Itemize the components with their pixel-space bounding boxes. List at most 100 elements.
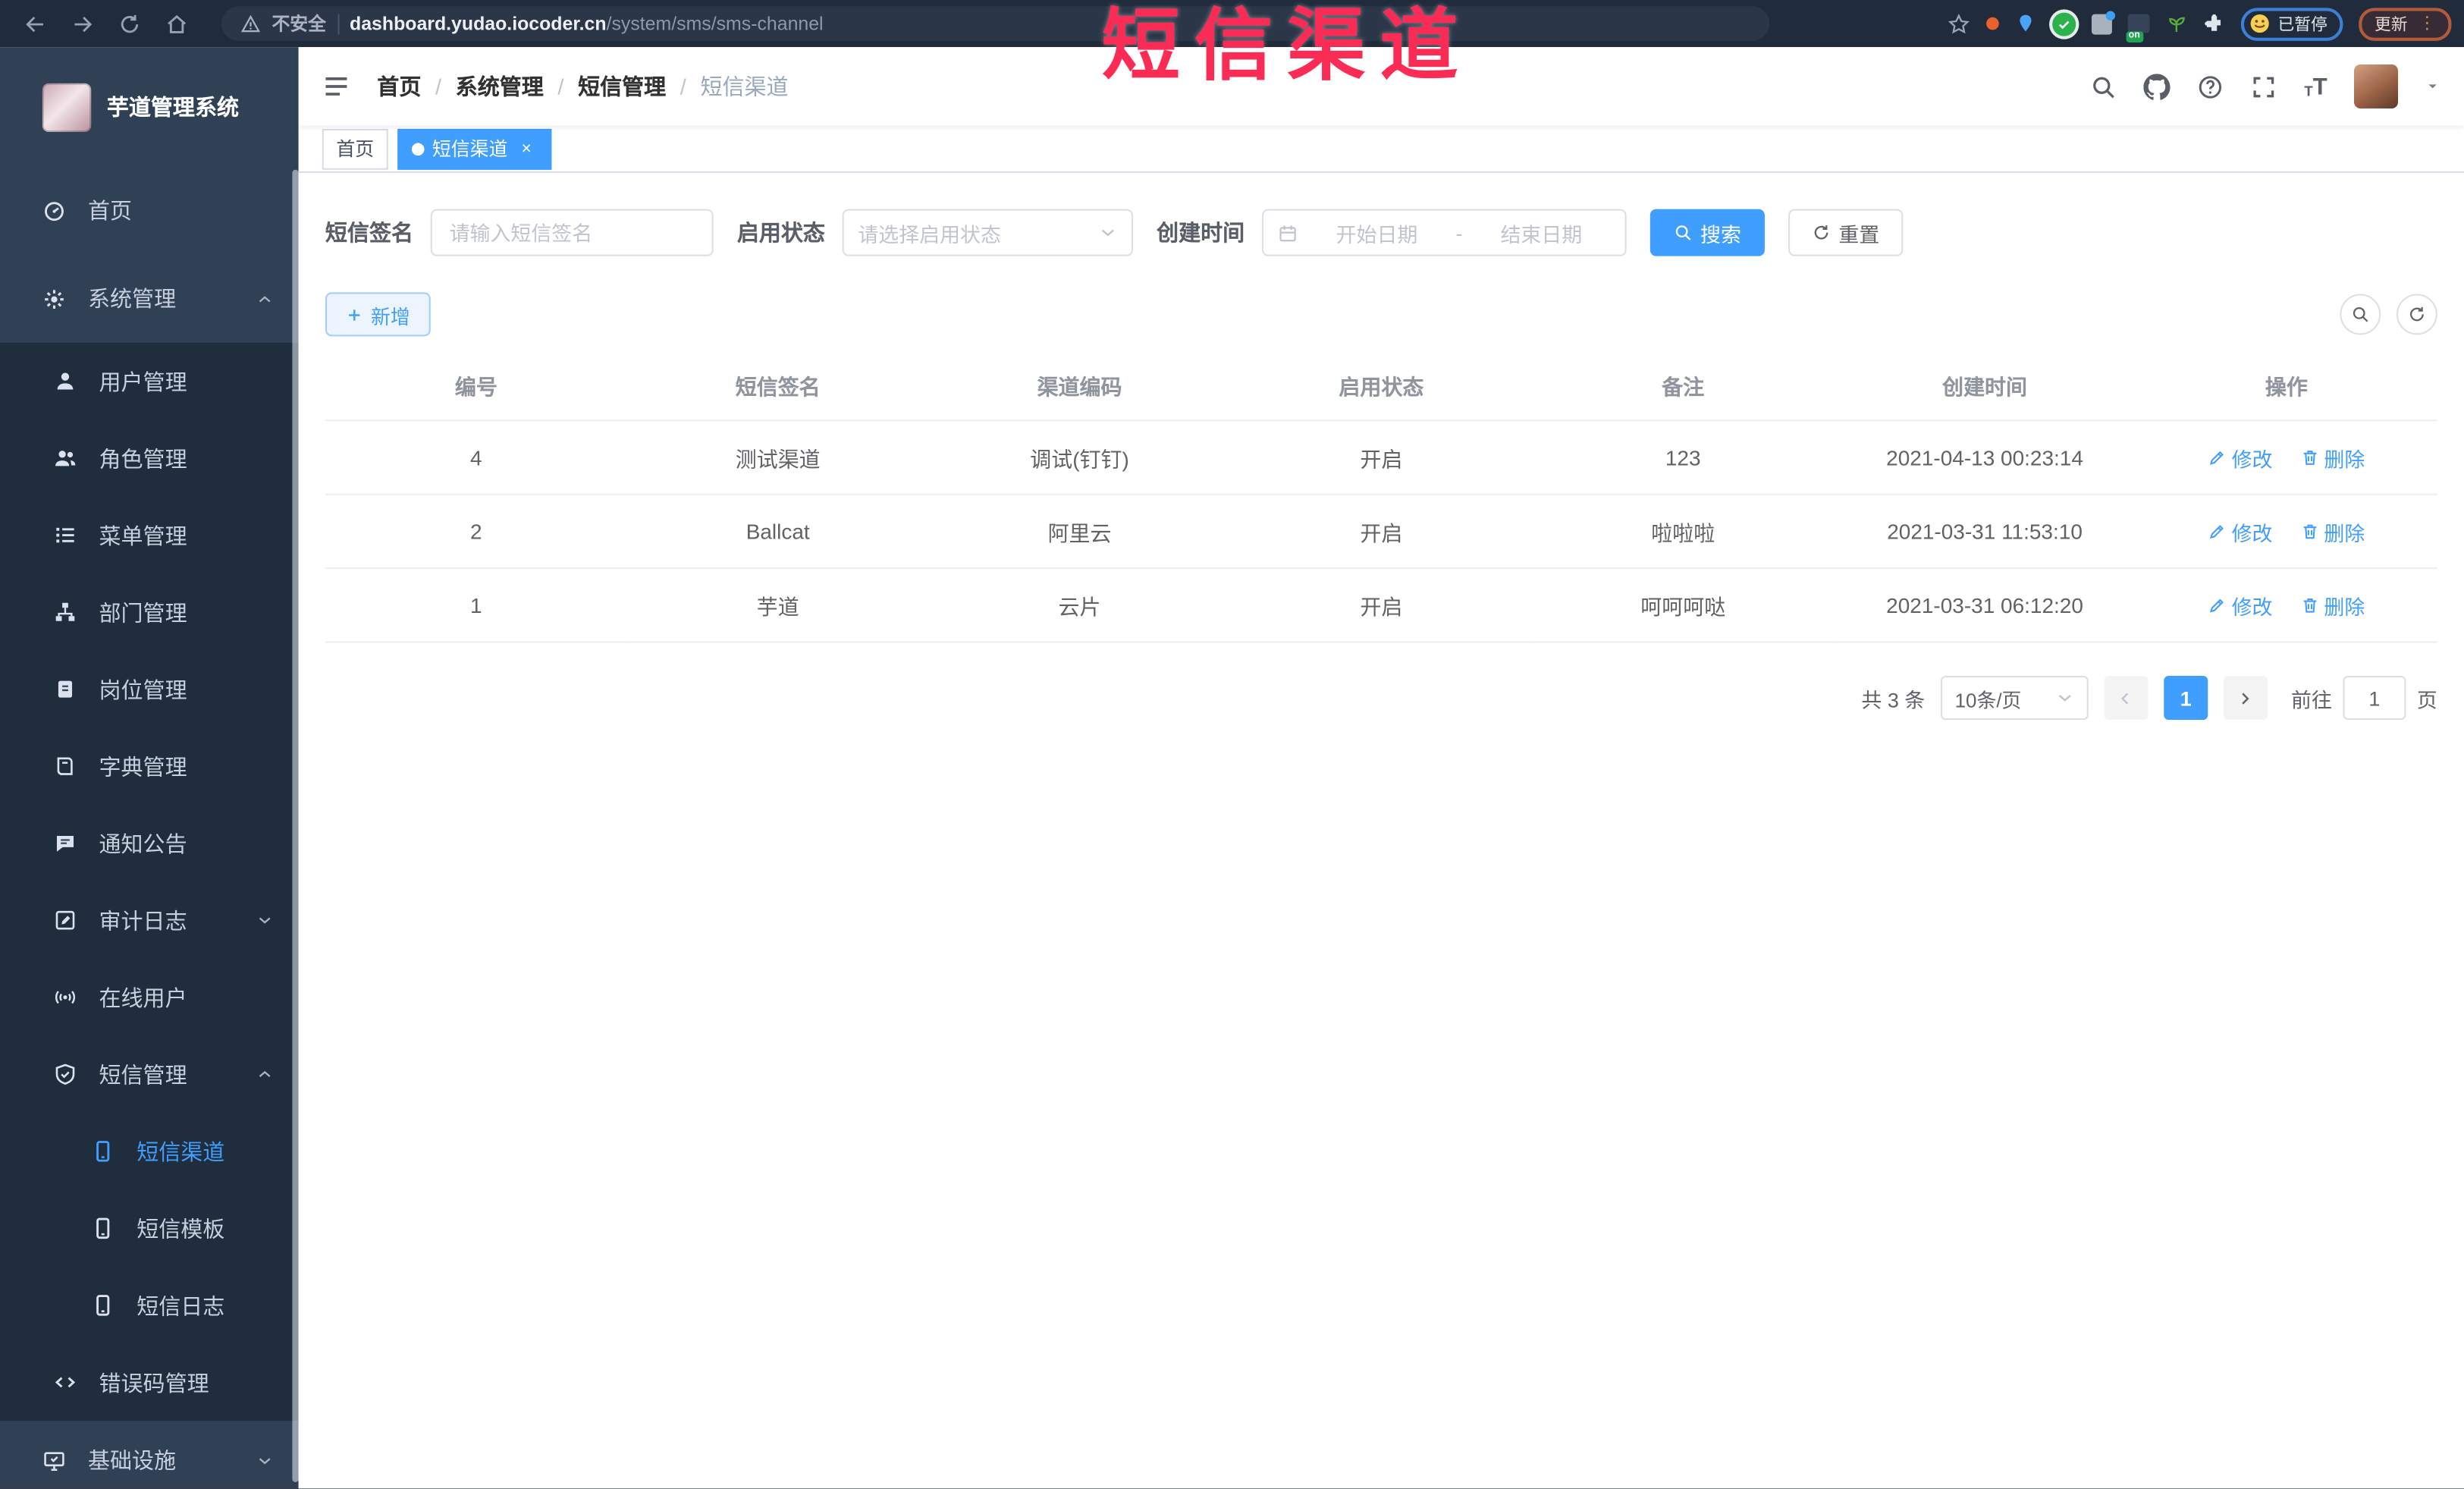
sidebar-item-role-mgmt[interactable]: 角色管理 [0, 419, 299, 497]
main-content: 短信签名 启用状态 请选择启用状态 创建时间 [298, 172, 2464, 1489]
goto-page-input[interactable] [2343, 676, 2406, 721]
tab-home[interactable]: 首页 [322, 127, 388, 169]
hamburger-icon[interactable] [322, 72, 350, 100]
breadcrumb-sms-mgmt[interactable]: 短信管理 [578, 71, 666, 102]
start-date-placeholder: 开始日期 [1336, 222, 1418, 247]
badge-icon [53, 677, 77, 701]
avatar[interactable] [2354, 64, 2399, 108]
refresh-table-button[interactable] [2396, 294, 2437, 335]
breadcrumb-sms-channel: 短信渠道 [700, 74, 789, 99]
edit-link[interactable]: 修改 [2208, 590, 2272, 620]
sms-channel-table: 编号 短信签名 渠道编码 启用状态 备注 创建时间 操作 4 测试渠道 调试(钉… [325, 357, 2437, 643]
caret-down-icon[interactable] [2425, 79, 2440, 95]
browser-reload-icon[interactable] [118, 12, 141, 36]
phone-icon [91, 1217, 115, 1240]
prev-page-button[interactable] [2104, 676, 2149, 721]
col-actions: 操作 [2135, 357, 2437, 422]
paused-extension-pill[interactable]: 已暂停 [2240, 7, 2343, 40]
sidebar-item-dept-mgmt[interactable]: 部门管理 [0, 573, 299, 651]
menu-list-icon [53, 523, 77, 547]
browser-home-icon[interactable] [165, 12, 189, 36]
address-separator [337, 13, 339, 34]
not-secure-warning-icon [240, 14, 261, 34]
page-size-select[interactable]: 10条/页 [1940, 676, 2089, 721]
edit-link[interactable]: 修改 [2208, 517, 2272, 546]
sidebar-item-sms-log[interactable]: 短信日志 [0, 1267, 299, 1344]
extension-sprout-icon[interactable] [2164, 13, 2186, 35]
extension-grid-icon[interactable] [2090, 10, 2115, 34]
sidebar-scrollbar[interactable] [292, 169, 299, 1482]
col-status: 启用状态 [1230, 357, 1533, 422]
org-tree-icon [53, 601, 77, 624]
extension-orange-icon[interactable] [1985, 17, 1998, 30]
user-icon [53, 369, 77, 393]
breadcrumb-system-mgmt[interactable]: 系统管理 [456, 71, 544, 102]
page-1-button[interactable]: 1 [2164, 676, 2208, 721]
create-time-range-picker[interactable]: 开始日期 - 结束日期 [1261, 209, 1627, 256]
browser-forward-icon[interactable] [71, 12, 94, 36]
page-unit-label: 页 [2416, 687, 2437, 712]
sidebar-item-online-users[interactable]: 在线用户 [0, 958, 299, 1036]
reset-button[interactable]: 重置 [1788, 209, 1904, 256]
sidebar-item-post-mgmt[interactable]: 岗位管理 [0, 650, 299, 728]
edit-link[interactable]: 修改 [2208, 442, 2272, 472]
extensions-puzzle-icon[interactable] [2202, 13, 2224, 35]
browser-back-icon[interactable] [24, 12, 47, 36]
edit-icon [2208, 448, 2227, 467]
sidebar-item-menu-mgmt[interactable]: 菜单管理 [0, 496, 299, 574]
toggle-search-button[interactable] [2340, 294, 2381, 335]
close-icon[interactable]: × [516, 137, 538, 159]
font-size-icon[interactable]: TT [2304, 74, 2327, 98]
extension-pin-icon[interactable] [2014, 13, 2036, 35]
col-remark: 备注 [1532, 357, 1835, 422]
fullscreen-icon[interactable] [2251, 73, 2277, 99]
extension-on-badge-icon[interactable]: on [2125, 14, 2149, 42]
refresh-icon [2407, 305, 2426, 324]
sidebar-item-sms-template[interactable]: 短信模板 [0, 1189, 299, 1268]
chevron-up-icon [256, 290, 274, 307]
sidebar-item-sms-channel[interactable]: 短信渠道 [0, 1113, 299, 1190]
add-button[interactable]: 新增 [325, 292, 431, 337]
sidebar-item-infrastructure[interactable]: 基础设施 [0, 1421, 299, 1488]
breadcrumb: 首页 / 系统管理 / 短信管理 / 短信渠道 [377, 71, 788, 102]
address-bar[interactable]: 不安全 dashboard.yudao.iocoder.cn/system/sm… [221, 6, 1770, 41]
next-page-button[interactable] [2223, 676, 2268, 721]
delete-link[interactable]: 删除 [2300, 590, 2365, 620]
browser-update-button[interactable]: 更新 ⋮ [2359, 7, 2452, 40]
sidebar-item-notice[interactable]: 通知公告 [0, 804, 299, 882]
breadcrumb-separator: / [435, 74, 442, 99]
app-title: 芋道管理系统 [106, 94, 239, 120]
sidebar-item-user-mgmt[interactable]: 用户管理 [0, 342, 299, 420]
delete-link[interactable]: 删除 [2300, 442, 2365, 472]
tab-sms-channel[interactable]: 短信渠道 × [397, 127, 552, 169]
question-icon[interactable] [2197, 73, 2224, 99]
sms-sign-input[interactable] [430, 209, 714, 256]
goto-label: 前往 [2291, 687, 2332, 712]
search-button[interactable]: 搜索 [1649, 209, 1766, 256]
delete-link[interactable]: 删除 [2300, 517, 2365, 546]
sidebar-item-system-mgmt[interactable]: 系统管理 [0, 255, 299, 343]
enable-status-select[interactable]: 请选择启用状态 [842, 209, 1133, 256]
search-icon [2351, 305, 2370, 324]
sidebar-item-sms-mgmt[interactable]: 短信管理 [0, 1035, 299, 1114]
search-icon[interactable] [2091, 73, 2117, 99]
plus-icon [346, 306, 363, 323]
gear-icon [42, 287, 66, 310]
extension-check-icon[interactable] [2051, 11, 2076, 36]
sidebar-item-dict-mgmt[interactable]: 字典管理 [0, 727, 299, 805]
sidebar-item-audit-log[interactable]: 审计日志 [0, 881, 299, 959]
chevron-down-icon [1098, 223, 1117, 242]
browser-menu-dots-icon[interactable]: ⋮ [2418, 14, 2436, 33]
app-logo: 芋道管理系统 [0, 47, 299, 166]
breadcrumb-home[interactable]: 首页 [377, 71, 421, 102]
github-icon[interactable] [2144, 73, 2171, 99]
bookmark-star-icon[interactable] [1946, 12, 1970, 36]
total-count-label: 共 3 条 [1861, 687, 1926, 712]
col-sign: 短信签名 [626, 357, 929, 422]
announcement-icon [53, 831, 77, 855]
sms-shield-icon [53, 1063, 77, 1086]
trash-icon [2300, 448, 2319, 467]
sidebar-item-error-code[interactable]: 错误码管理 [0, 1343, 299, 1421]
sidebar-item-home[interactable]: 首页 [0, 167, 299, 255]
pagination: 共 3 条 10条/页 1 前往 页 [325, 676, 2437, 721]
